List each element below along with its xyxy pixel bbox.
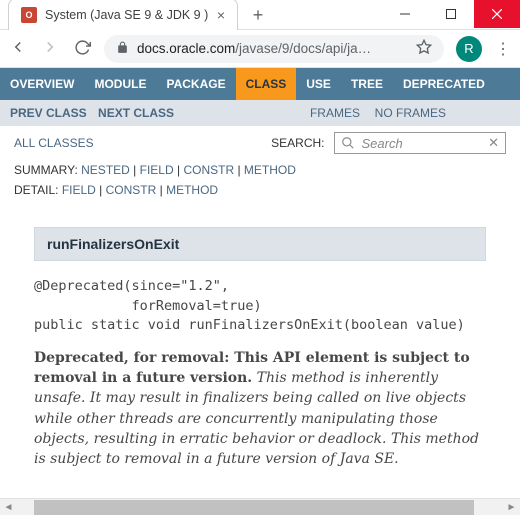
scroll-left-arrow[interactable]: ◄ bbox=[0, 499, 17, 516]
nav-tree[interactable]: TREE bbox=[341, 68, 393, 100]
prev-class-link[interactable]: PREV CLASS bbox=[10, 106, 87, 120]
detail-label: DETAIL: bbox=[14, 183, 58, 197]
reload-button[interactable] bbox=[72, 39, 92, 59]
search-input[interactable]: Search ✕ bbox=[334, 132, 506, 154]
javadoc-sub-nav: PREV CLASS NEXT CLASS FRAMES NO FRAMES bbox=[0, 100, 520, 126]
no-frames-link[interactable]: NO FRAMES bbox=[375, 106, 446, 120]
detail-constr-link[interactable]: CONSTR bbox=[106, 183, 157, 197]
summary-label: SUMMARY: bbox=[14, 163, 78, 177]
next-class-link[interactable]: NEXT CLASS bbox=[98, 106, 174, 120]
minimize-button[interactable] bbox=[382, 0, 428, 28]
back-button[interactable] bbox=[8, 38, 28, 59]
scroll-right-arrow[interactable]: ► bbox=[503, 499, 520, 516]
summary-method-link[interactable]: METHOD bbox=[244, 163, 296, 177]
method-header: runFinalizersOnExit bbox=[34, 227, 486, 261]
menu-button[interactable]: ⋮ bbox=[494, 39, 512, 59]
nav-deprecated[interactable]: DEPRECATED bbox=[393, 68, 495, 100]
url-text: docs.oracle.com/javase/9/docs/api/ja… bbox=[137, 41, 408, 56]
oracle-favicon: O bbox=[21, 7, 37, 23]
nav-package[interactable]: PACKAGE bbox=[156, 68, 235, 100]
close-window-button[interactable] bbox=[474, 0, 520, 28]
close-tab-icon[interactable]: × bbox=[217, 7, 225, 23]
search-label: SEARCH: bbox=[271, 136, 324, 150]
clear-search-icon[interactable]: ✕ bbox=[488, 135, 499, 151]
detail-field-link[interactable]: FIELD bbox=[62, 183, 96, 197]
nav-module[interactable]: MODULE bbox=[84, 68, 156, 100]
summary-constr-link[interactable]: CONSTR bbox=[183, 163, 234, 177]
all-classes-link[interactable]: ALL CLASSES bbox=[14, 136, 94, 150]
lock-icon bbox=[116, 41, 129, 57]
tab-title: System (Java SE 9 & JDK 9 ) bbox=[45, 8, 209, 22]
nav-use[interactable]: USE bbox=[296, 68, 341, 100]
method-signature: @Deprecated(since="1.2", forRemoval=true… bbox=[34, 261, 486, 346]
summary-field-link[interactable]: FIELD bbox=[140, 163, 174, 177]
method-description: Deprecated, for removal: This API elemen… bbox=[34, 346, 486, 472]
forward-button[interactable] bbox=[40, 38, 60, 59]
summary-nested-link[interactable]: NESTED bbox=[81, 163, 130, 177]
browser-tab[interactable]: O System (Java SE 9 & JDK 9 ) × bbox=[8, 0, 238, 30]
scrollbar-thumb[interactable] bbox=[34, 500, 474, 515]
javadoc-top-nav: OVERVIEWMODULEPACKAGECLASSUSETREEDEPRECA… bbox=[0, 68, 520, 100]
frames-link[interactable]: FRAMES bbox=[310, 106, 360, 120]
new-tab-button[interactable]: + bbox=[246, 5, 270, 26]
bookmark-star-icon[interactable] bbox=[416, 39, 432, 58]
maximize-button[interactable] bbox=[428, 0, 474, 28]
search-icon bbox=[341, 136, 355, 150]
nav-class[interactable]: CLASS bbox=[236, 68, 297, 100]
nav-overview[interactable]: OVERVIEW bbox=[0, 68, 84, 100]
profile-avatar[interactable]: R bbox=[456, 36, 482, 62]
horizontal-scrollbar[interactable]: ◄ ► bbox=[0, 498, 520, 515]
detail-method-link[interactable]: METHOD bbox=[166, 183, 218, 197]
address-bar[interactable]: docs.oracle.com/javase/9/docs/api/ja… bbox=[104, 35, 444, 63]
search-placeholder: Search bbox=[361, 136, 482, 151]
